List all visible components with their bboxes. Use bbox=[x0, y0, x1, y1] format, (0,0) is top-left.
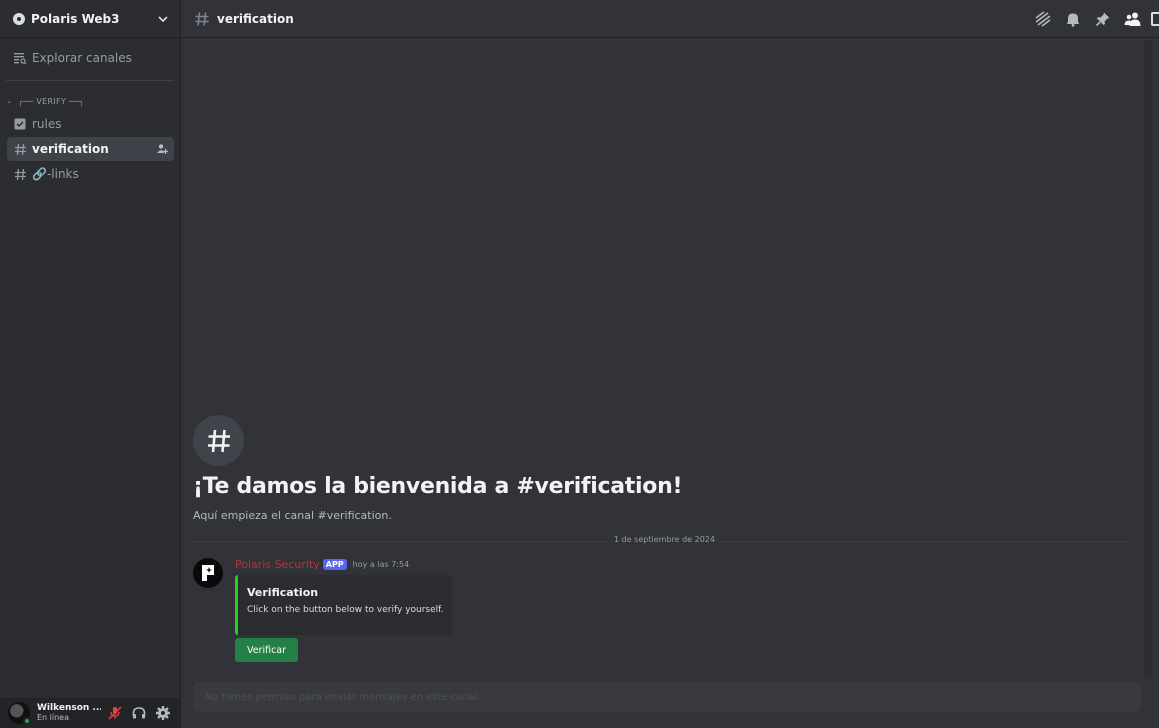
pinned-messages-button[interactable] bbox=[1094, 10, 1112, 28]
bot-avatar[interactable] bbox=[193, 558, 223, 588]
microphone-muted-icon bbox=[108, 706, 122, 720]
add-member-icon[interactable] bbox=[156, 143, 168, 155]
headphones-icon bbox=[132, 707, 146, 719]
polaris-logo-icon bbox=[202, 565, 214, 581]
explore-channels-label: Explorar canales bbox=[32, 51, 132, 65]
server-name: Polaris Web3 bbox=[31, 11, 120, 26]
browse-channels-icon bbox=[14, 53, 27, 65]
channel-header: verification bbox=[181, 0, 1159, 38]
message-input-placeholder: No tienes permiso para enviar mensajes e… bbox=[205, 691, 481, 703]
threads-icon bbox=[1035, 10, 1051, 27]
header-toolbar bbox=[1022, 10, 1159, 28]
sidebar-item-rules[interactable]: rules bbox=[7, 112, 174, 136]
mute-button[interactable] bbox=[105, 703, 125, 723]
embed-description: Click on the button below to verify your… bbox=[247, 605, 444, 615]
chevron-down-icon: ⌄ bbox=[6, 97, 13, 105]
channel-label: verification bbox=[32, 142, 109, 156]
verify-button[interactable]: Verificar bbox=[235, 638, 298, 662]
avatar[interactable] bbox=[8, 702, 31, 725]
user-settings-button[interactable] bbox=[153, 703, 173, 723]
date-divider-label: 1 de septiembre de 2024 bbox=[608, 535, 721, 544]
sidebar-divider bbox=[6, 80, 174, 81]
deafen-button[interactable] bbox=[129, 703, 149, 723]
rules-icon bbox=[13, 117, 27, 131]
chevron-down-icon bbox=[158, 15, 168, 22]
message-timestamp: hoy a las 7:54 bbox=[352, 560, 410, 569]
sidebar-item-links[interactable]: 🔗-links bbox=[7, 162, 174, 186]
members-icon bbox=[1124, 12, 1141, 26]
user-status: En línea bbox=[37, 713, 70, 722]
pin-icon bbox=[1095, 12, 1110, 26]
hash-icon bbox=[13, 142, 27, 156]
member-list-button[interactable] bbox=[1124, 10, 1142, 28]
channel-title: verification bbox=[217, 11, 294, 26]
sidebar-item-verification[interactable]: verification bbox=[7, 137, 174, 161]
welcome-title: ¡Te damos la bienvenida a #verification! bbox=[193, 474, 683, 499]
explore-channels-button[interactable]: Explorar canales bbox=[6, 46, 174, 70]
channel-label: rules bbox=[32, 117, 62, 131]
message-header: Polaris Security APP hoy a las 7:54 bbox=[235, 558, 409, 571]
channel-sidebar: Polaris Web3 Explorar canales ⌄ ╭── VERI… bbox=[0, 0, 181, 728]
user-info[interactable]: Wilkenson ... En línea bbox=[37, 703, 101, 723]
user-panel: Wilkenson ... En línea bbox=[0, 698, 181, 728]
server-icon bbox=[13, 12, 25, 25]
category-verify[interactable]: ⌄ ╭── VERIFY ──╮ bbox=[0, 93, 180, 109]
user-name: Wilkenson ... bbox=[37, 703, 101, 713]
bell-icon bbox=[1067, 13, 1079, 27]
hash-icon bbox=[195, 11, 209, 26]
threads-button[interactable] bbox=[1034, 10, 1052, 28]
verification-embed: Verification Click on the button below t… bbox=[235, 575, 452, 635]
gear-icon bbox=[156, 706, 170, 720]
message-scrollbar[interactable] bbox=[1144, 40, 1152, 678]
online-status-icon bbox=[23, 717, 31, 725]
category-label: ╭── VERIFY ──╮ bbox=[18, 96, 85, 106]
channel-welcome-icon bbox=[193, 415, 244, 466]
message-author[interactable]: Polaris Security bbox=[235, 558, 320, 571]
server-header[interactable]: Polaris Web3 bbox=[0, 0, 180, 38]
app-badge: APP bbox=[322, 559, 347, 570]
notifications-button[interactable] bbox=[1064, 10, 1082, 28]
hash-icon bbox=[13, 167, 27, 181]
welcome-subtitle: Aquí empieza el canal #verification. bbox=[193, 509, 392, 522]
hash-icon bbox=[207, 429, 230, 452]
channel-label: 🔗-links bbox=[32, 167, 79, 181]
embed-title: Verification bbox=[247, 586, 319, 599]
inbox-icon[interactable] bbox=[1151, 11, 1159, 26]
message-input[interactable]: No tienes permiso para enviar mensajes e… bbox=[193, 682, 1141, 712]
